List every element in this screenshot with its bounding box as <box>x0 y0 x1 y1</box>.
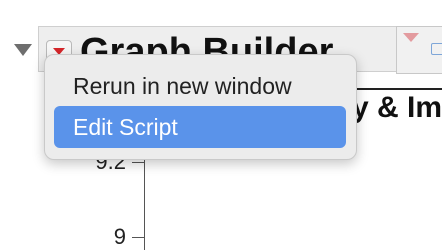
y-tick <box>132 237 144 238</box>
window-control-icon[interactable] <box>431 43 442 55</box>
menu-item-edit-script[interactable]: Edit Script <box>54 106 346 148</box>
menu-item-rerun-in-new-window[interactable]: Rerun in new window <box>54 65 346 107</box>
y-tick <box>132 162 144 163</box>
collapse-triangle-icon[interactable] <box>14 44 32 56</box>
context-menu: Rerun in new window Edit Script <box>44 54 357 160</box>
chart-title: y & Im <box>352 91 442 124</box>
small-red-triangle-icon[interactable] <box>403 33 419 42</box>
header-corner-controls[interactable] <box>396 26 442 74</box>
y-tick-label: 9 <box>113 224 126 249</box>
